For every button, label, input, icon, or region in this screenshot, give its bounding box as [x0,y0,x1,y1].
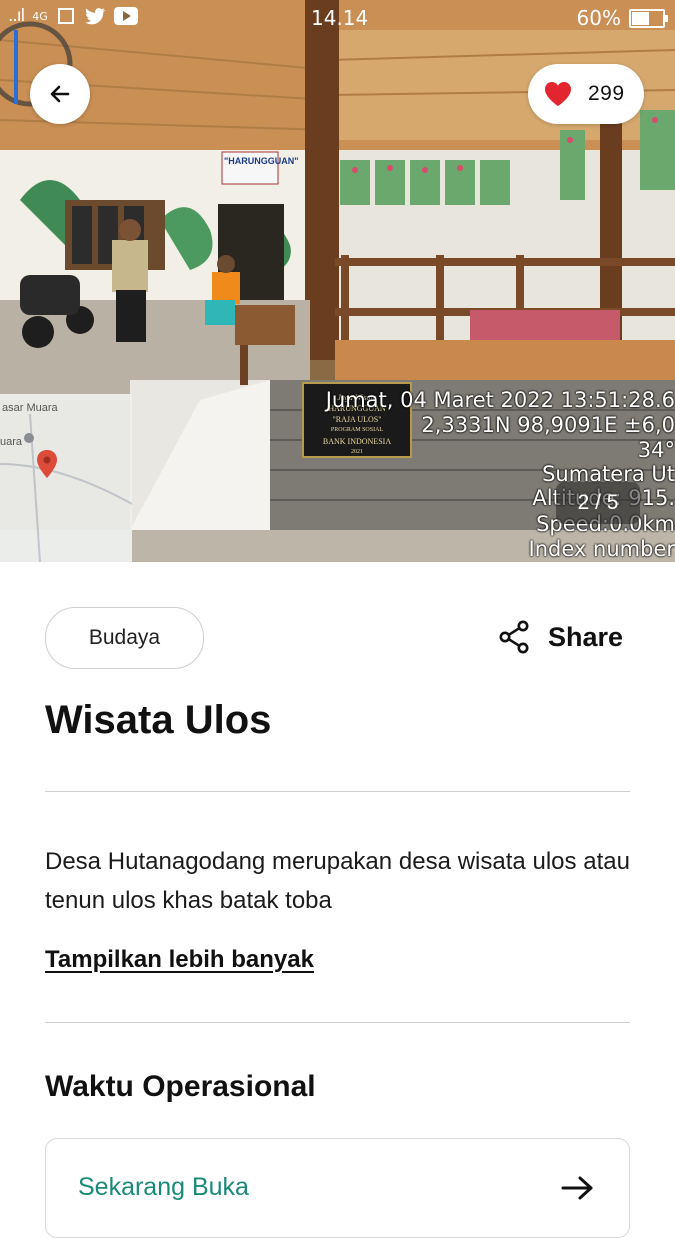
photo-date-line: Jumat, 04 Maret 2022 13:51:28.6 [325,388,675,412]
clock: 14.14 [311,6,369,30]
map-pin-icon [37,450,57,478]
hero-photo[interactable]: asar Muara uara Jaga Wisata HARUNGGUAN "… [0,0,675,562]
photo-coords-line: 2,3331N 98,9091E ±6,0 [421,413,675,437]
divider [45,1022,630,1023]
status-bar: ..ıl 4G 14.14 60% [0,0,675,34]
like-button[interactable]: 299 [528,64,644,124]
share-button[interactable]: Share [498,620,623,654]
minimap-place-icon [24,433,34,443]
operating-hours-heading: Waktu Operasional [45,1070,316,1103]
category-chip[interactable]: Budaya [45,607,204,669]
show-more-link[interactable]: Tampilkan lebih banyak [45,946,314,974]
plaque-line: PROGRAM SOSIAL [330,427,384,433]
operating-hours-card[interactable]: Sekarang Buka [45,1138,630,1238]
share-label: Share [548,621,624,652]
like-count: 299 [588,82,625,105]
description-text: Desa Hutanagodang merupakan desa wisata … [45,848,630,914]
battery-icon [629,8,668,28]
twitter-icon [84,8,106,25]
signal-strength: ..ıl [8,6,25,26]
page-title: Wisata Ulos [45,698,272,742]
image-pager-indicator: 2 / 5 [556,482,640,524]
share-icon [499,620,529,654]
divider [45,791,630,792]
minimap-roads [0,413,132,562]
network-type: 4G [32,9,48,23]
plaque-line: "RAJA ULOS" [332,415,382,424]
arrow-right-icon [561,1176,593,1200]
battery-percent: 60% [576,6,621,30]
minimap-label-top: asar Muara [2,402,58,414]
open-status-text: Sekarang Buka [78,1173,249,1201]
mural-sign: "HARUNGGUAN" [224,156,299,166]
youtube-icon [113,7,138,25]
battery-level-fill [632,11,649,25]
photo-temp-line: 34° [637,438,675,462]
plaque-line: 2021 [351,449,363,455]
location-minimap: asar Muara uara [0,394,132,562]
heart-icon [545,82,571,106]
arrow-left-icon [50,85,70,103]
minimap-label-left: uara [0,436,23,448]
plaque-line: BANK INDONESIA [322,437,392,446]
notification-icon [57,8,74,24]
photo-index-line: Index number [528,537,675,561]
back-button[interactable] [30,64,90,124]
